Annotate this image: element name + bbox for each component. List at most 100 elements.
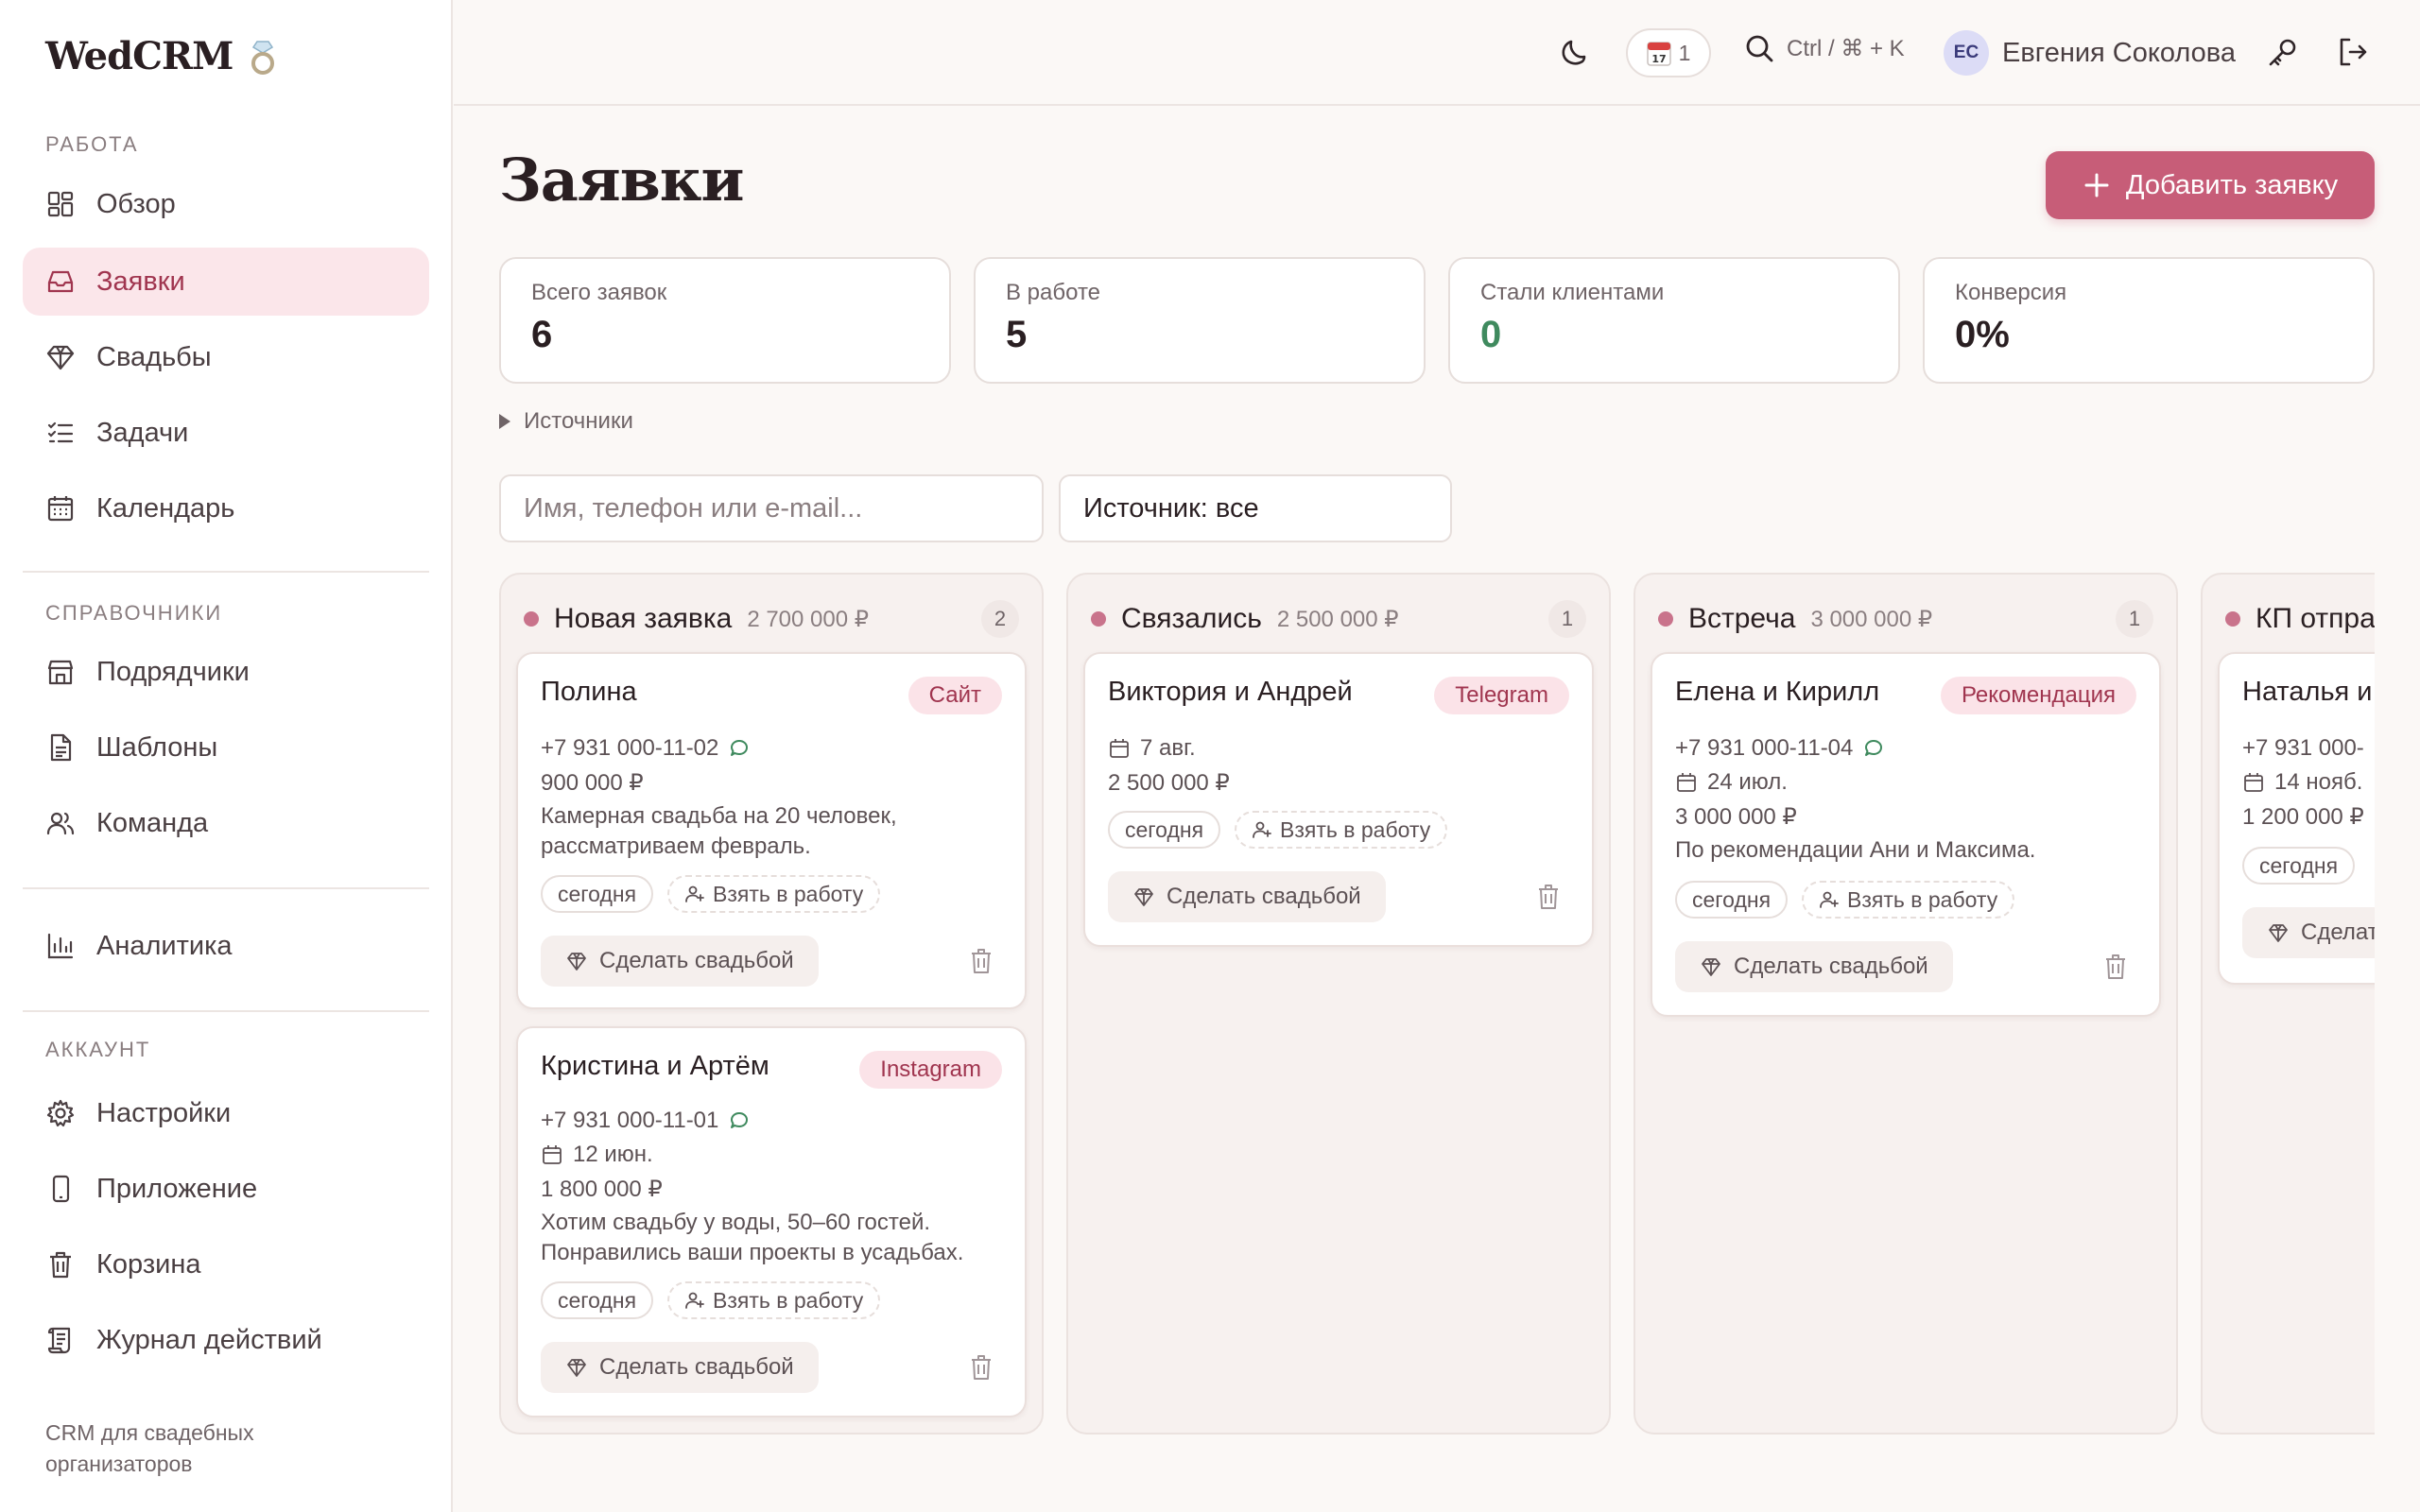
take-to-work-button[interactable]: Взять в работу [667, 875, 881, 913]
trash-icon[interactable] [968, 1353, 994, 1382]
lead-name: Полина [541, 677, 637, 707]
search-input[interactable] [499, 474, 1044, 542]
lead-name: Наталья и [2242, 677, 2373, 707]
make-wedding-button[interactable]: Сделать свадьбой [541, 1342, 819, 1393]
stat-value: 0 [1480, 314, 1502, 355]
column-header: Встреча 3 000 000 ₽ 1 [1658, 595, 2153, 643]
sidebar-item-label: Шаблоны [96, 731, 218, 763]
source-badge: Сайт [908, 677, 1002, 714]
source-select[interactable]: Источник: все [1059, 474, 1452, 542]
lead-date-line: 7 авг. [1108, 735, 1196, 762]
stat-card-total: Всего заявок 6 [499, 257, 951, 384]
sidebar-item-label: Аналитика [96, 930, 233, 961]
sidebar-item-label: Свадьбы [96, 341, 212, 372]
sidebar-item-overview[interactable]: Обзор [23, 170, 429, 238]
global-search-button[interactable]: Ctrl / ⌘ + K [1743, 32, 1905, 64]
status-dot [2225, 611, 2240, 627]
make-wedding-label: Сделат [2301, 919, 2375, 945]
sidebar-item-label: Команда [96, 807, 209, 838]
today-chip[interactable]: сегодня [1675, 881, 1789, 919]
inbox-icon [47, 270, 74, 293]
lead-date-line: 12 июн. [541, 1142, 653, 1168]
page-title: Заявки [499, 146, 745, 215]
moon-icon[interactable] [1558, 34, 1594, 70]
take-to-work-button[interactable]: Взять в работу [1235, 811, 1448, 849]
stat-value: 0% [1955, 314, 2010, 355]
lead-amount: 1 800 000 ₽ [541, 1177, 663, 1202]
column-header: КП отпра [2225, 595, 2375, 643]
sidebar-item-tasks[interactable]: Задачи [23, 399, 429, 467]
sidebar-item-settings[interactable]: Настройки [23, 1079, 429, 1147]
plus-icon [2084, 173, 2109, 198]
sidebar-item-team[interactable]: Команда [23, 789, 429, 857]
chat-icon[interactable] [728, 1109, 751, 1132]
sidebar-item-templates[interactable]: Шаблоны [23, 713, 429, 782]
lead-amount: 900 000 ₽ [541, 770, 644, 796]
user-menu[interactable]: ЕС Евгения Соколова [1944, 30, 2236, 76]
lead-phone[interactable]: +7 931 000-11-02 [541, 735, 718, 762]
calendar-icon [2244, 773, 2263, 792]
make-wedding-button[interactable]: Сделать свадьбой [1675, 941, 1953, 992]
sidebar-item-vendors[interactable]: Подрядчики [23, 638, 429, 706]
add-lead-button[interactable]: Добавить заявку [2046, 151, 2375, 219]
diamond-icon [567, 953, 586, 971]
today-chip[interactable]: сегодня [2242, 847, 2356, 885]
sidebar-divider [23, 887, 429, 889]
lead-phone-line: +7 931 000-11-01 [541, 1108, 751, 1134]
trash-icon[interactable] [1535, 883, 1562, 911]
logout-icon[interactable] [2337, 36, 2369, 68]
sidebar-item-app[interactable]: Приложение [23, 1155, 429, 1223]
column-count: 1 [1548, 600, 1586, 638]
today-chip[interactable]: сегодня [541, 875, 654, 913]
calendar-notifications-button[interactable]: 17 1 [1626, 28, 1711, 77]
diamond-icon [1134, 888, 1153, 906]
lead-name: Елена и Кирилл [1675, 677, 1880, 707]
user-plus-icon [685, 885, 704, 902]
sidebar-item-leads[interactable]: Заявки [23, 248, 429, 316]
chat-icon[interactable] [728, 737, 751, 760]
lead-card[interactable]: Полина Сайт +7 931 000-11-02 900 000 ₽ К… [516, 652, 1027, 1009]
checklist-icon [47, 421, 74, 443]
lead-phone[interactable]: +7 931 000-11-04 [1675, 735, 1853, 762]
sources-toggle[interactable]: Источники [499, 408, 633, 435]
sidebar-item-weddings[interactable]: Свадьбы [23, 323, 429, 391]
lead-phone[interactable]: +7 931 000- [2242, 735, 2364, 762]
app-logo[interactable]: WedCRM [45, 34, 280, 78]
take-to-work-label: Взять в работу [1280, 816, 1431, 842]
diamond-icon [567, 1359, 586, 1377]
sidebar-item-label: Приложение [96, 1173, 258, 1204]
sidebar-item-calendar[interactable]: Календарь [23, 474, 429, 542]
lead-card[interactable]: Виктория и Андрей Telegram 7 авг. 2 500 … [1083, 652, 1594, 947]
lead-date: 24 июл. [1707, 769, 1788, 795]
sidebar-item-trash[interactable]: Корзина [23, 1230, 429, 1298]
sidebar-item-label: Корзина [96, 1248, 201, 1280]
source-badge: Рекомендация [1940, 677, 2136, 714]
sidebar-footer: CRM для свадебных организаторов [45, 1420, 254, 1476]
trash-icon[interactable] [968, 947, 994, 975]
lead-card[interactable]: Наталья и +7 931 000- 14 нояб. 1 200 000… [2218, 652, 2375, 985]
svg-text:17: 17 [1651, 53, 1666, 65]
chat-icon[interactable] [1862, 737, 1885, 760]
sidebar-item-analytics[interactable]: Аналитика [23, 912, 429, 980]
today-chip[interactable]: сегодня [1108, 811, 1221, 849]
sidebar-item-log[interactable]: Журнал действий [23, 1306, 429, 1374]
lead-card[interactable]: Елена и Кирилл Рекомендация +7 931 000-1… [1651, 652, 2161, 1017]
make-wedding-button[interactable]: Сделат [2242, 907, 2375, 958]
make-wedding-button[interactable]: Сделать свадьбой [541, 936, 819, 987]
column-name: КП отпра [2256, 603, 2375, 634]
today-chip[interactable]: сегодня [541, 1281, 654, 1319]
take-to-work-button[interactable]: Взять в работу [667, 1281, 881, 1319]
key-icon[interactable] [2267, 36, 2299, 68]
take-to-work-button[interactable]: Взять в работу [1802, 881, 2015, 919]
calendar-icon [1110, 739, 1129, 758]
lead-card[interactable]: Кристина и Артём Instagram +7 931 000-11… [516, 1026, 1027, 1418]
lead-phone[interactable]: +7 931 000-11-01 [541, 1108, 718, 1134]
lead-phone-line: +7 931 000-11-04 [1675, 735, 1885, 762]
topbar: 17 1 Ctrl / ⌘ + K ЕС Евгения Соколова [454, 0, 2420, 106]
make-wedding-button[interactable]: Сделать свадьбой [1108, 871, 1386, 922]
trash-icon[interactable] [2102, 953, 2129, 981]
calendar-icon [1677, 773, 1696, 792]
make-wedding-label: Сделать свадьбой [599, 948, 794, 973]
lead-note-line: рассматриваем февраль. [541, 833, 811, 859]
bar-chart-icon [47, 933, 74, 959]
